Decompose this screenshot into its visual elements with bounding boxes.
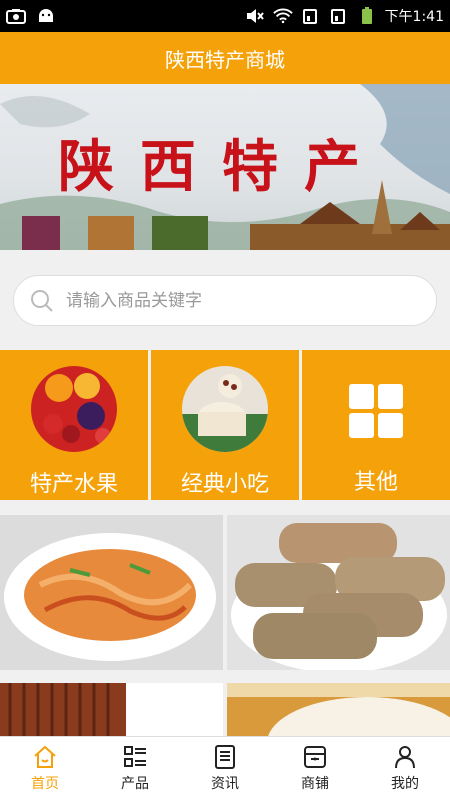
product-card-rolls[interactable] <box>227 515 450 670</box>
screenshot-icon <box>6 7 26 25</box>
store-icon <box>304 746 326 768</box>
category-other[interactable]: 其他 <box>302 350 450 500</box>
rolls-image <box>227 515 450 670</box>
tab-products[interactable]: 产品 <box>90 737 180 800</box>
tab-stores[interactable]: 商铺 <box>270 737 360 800</box>
tab-label: 首页 <box>31 776 59 792</box>
banner-image[interactable]: 陕西特产 <box>0 84 450 250</box>
category-fruit[interactable]: 特产水果 <box>0 350 148 500</box>
app-bar: 陕西特产商城 <box>0 32 450 84</box>
status-bar: 下午1:41 <box>0 0 450 32</box>
fruit-image <box>31 366 117 452</box>
category-label: 其他 <box>353 470 398 495</box>
android-icon <box>36 7 56 25</box>
tab-label: 资讯 <box>211 776 239 792</box>
tab-home[interactable]: 首页 <box>0 737 90 800</box>
signal-icon-2 <box>329 7 349 25</box>
search-input[interactable] <box>66 290 406 311</box>
product-row <box>0 515 450 670</box>
status-time: 下午1:41 <box>384 9 444 25</box>
tab-label: 我的 <box>391 776 419 792</box>
user-icon <box>395 746 415 769</box>
category-grid: 特产水果 经典小吃 其他 <box>0 350 450 500</box>
battery-icon <box>357 7 377 25</box>
grid-icon <box>349 384 403 438</box>
list-icon <box>124 746 146 767</box>
tab-news[interactable]: 资讯 <box>180 737 270 800</box>
noodles-image <box>0 515 223 670</box>
mute-icon <box>245 7 265 25</box>
document-icon <box>215 745 235 769</box>
product-card-apple[interactable] <box>227 683 450 736</box>
tab-label: 产品 <box>121 776 149 792</box>
persimmon-image <box>0 683 223 736</box>
apple-image <box>227 683 450 736</box>
banner-title: 陕西特产 <box>58 134 386 200</box>
product-row-2 <box>0 683 450 736</box>
product-card-persimmon[interactable] <box>0 683 223 736</box>
wifi-icon <box>272 7 293 25</box>
product-card-noodles[interactable] <box>0 515 223 670</box>
search-icon <box>31 289 53 312</box>
home-icon <box>34 745 56 768</box>
tab-mine[interactable]: 我的 <box>360 737 450 800</box>
tab-label: 商铺 <box>301 776 329 792</box>
page-title: 陕西特产商城 <box>165 47 285 72</box>
search-bar[interactable] <box>13 275 437 326</box>
category-label: 特产水果 <box>29 472 118 497</box>
signal-icon <box>301 7 321 25</box>
category-snack[interactable]: 经典小吃 <box>151 350 299 500</box>
snack-image <box>182 366 268 452</box>
category-label: 经典小吃 <box>180 472 269 497</box>
bottom-tab-bar: 首页 产品 资讯 商铺 我的 <box>0 736 450 800</box>
